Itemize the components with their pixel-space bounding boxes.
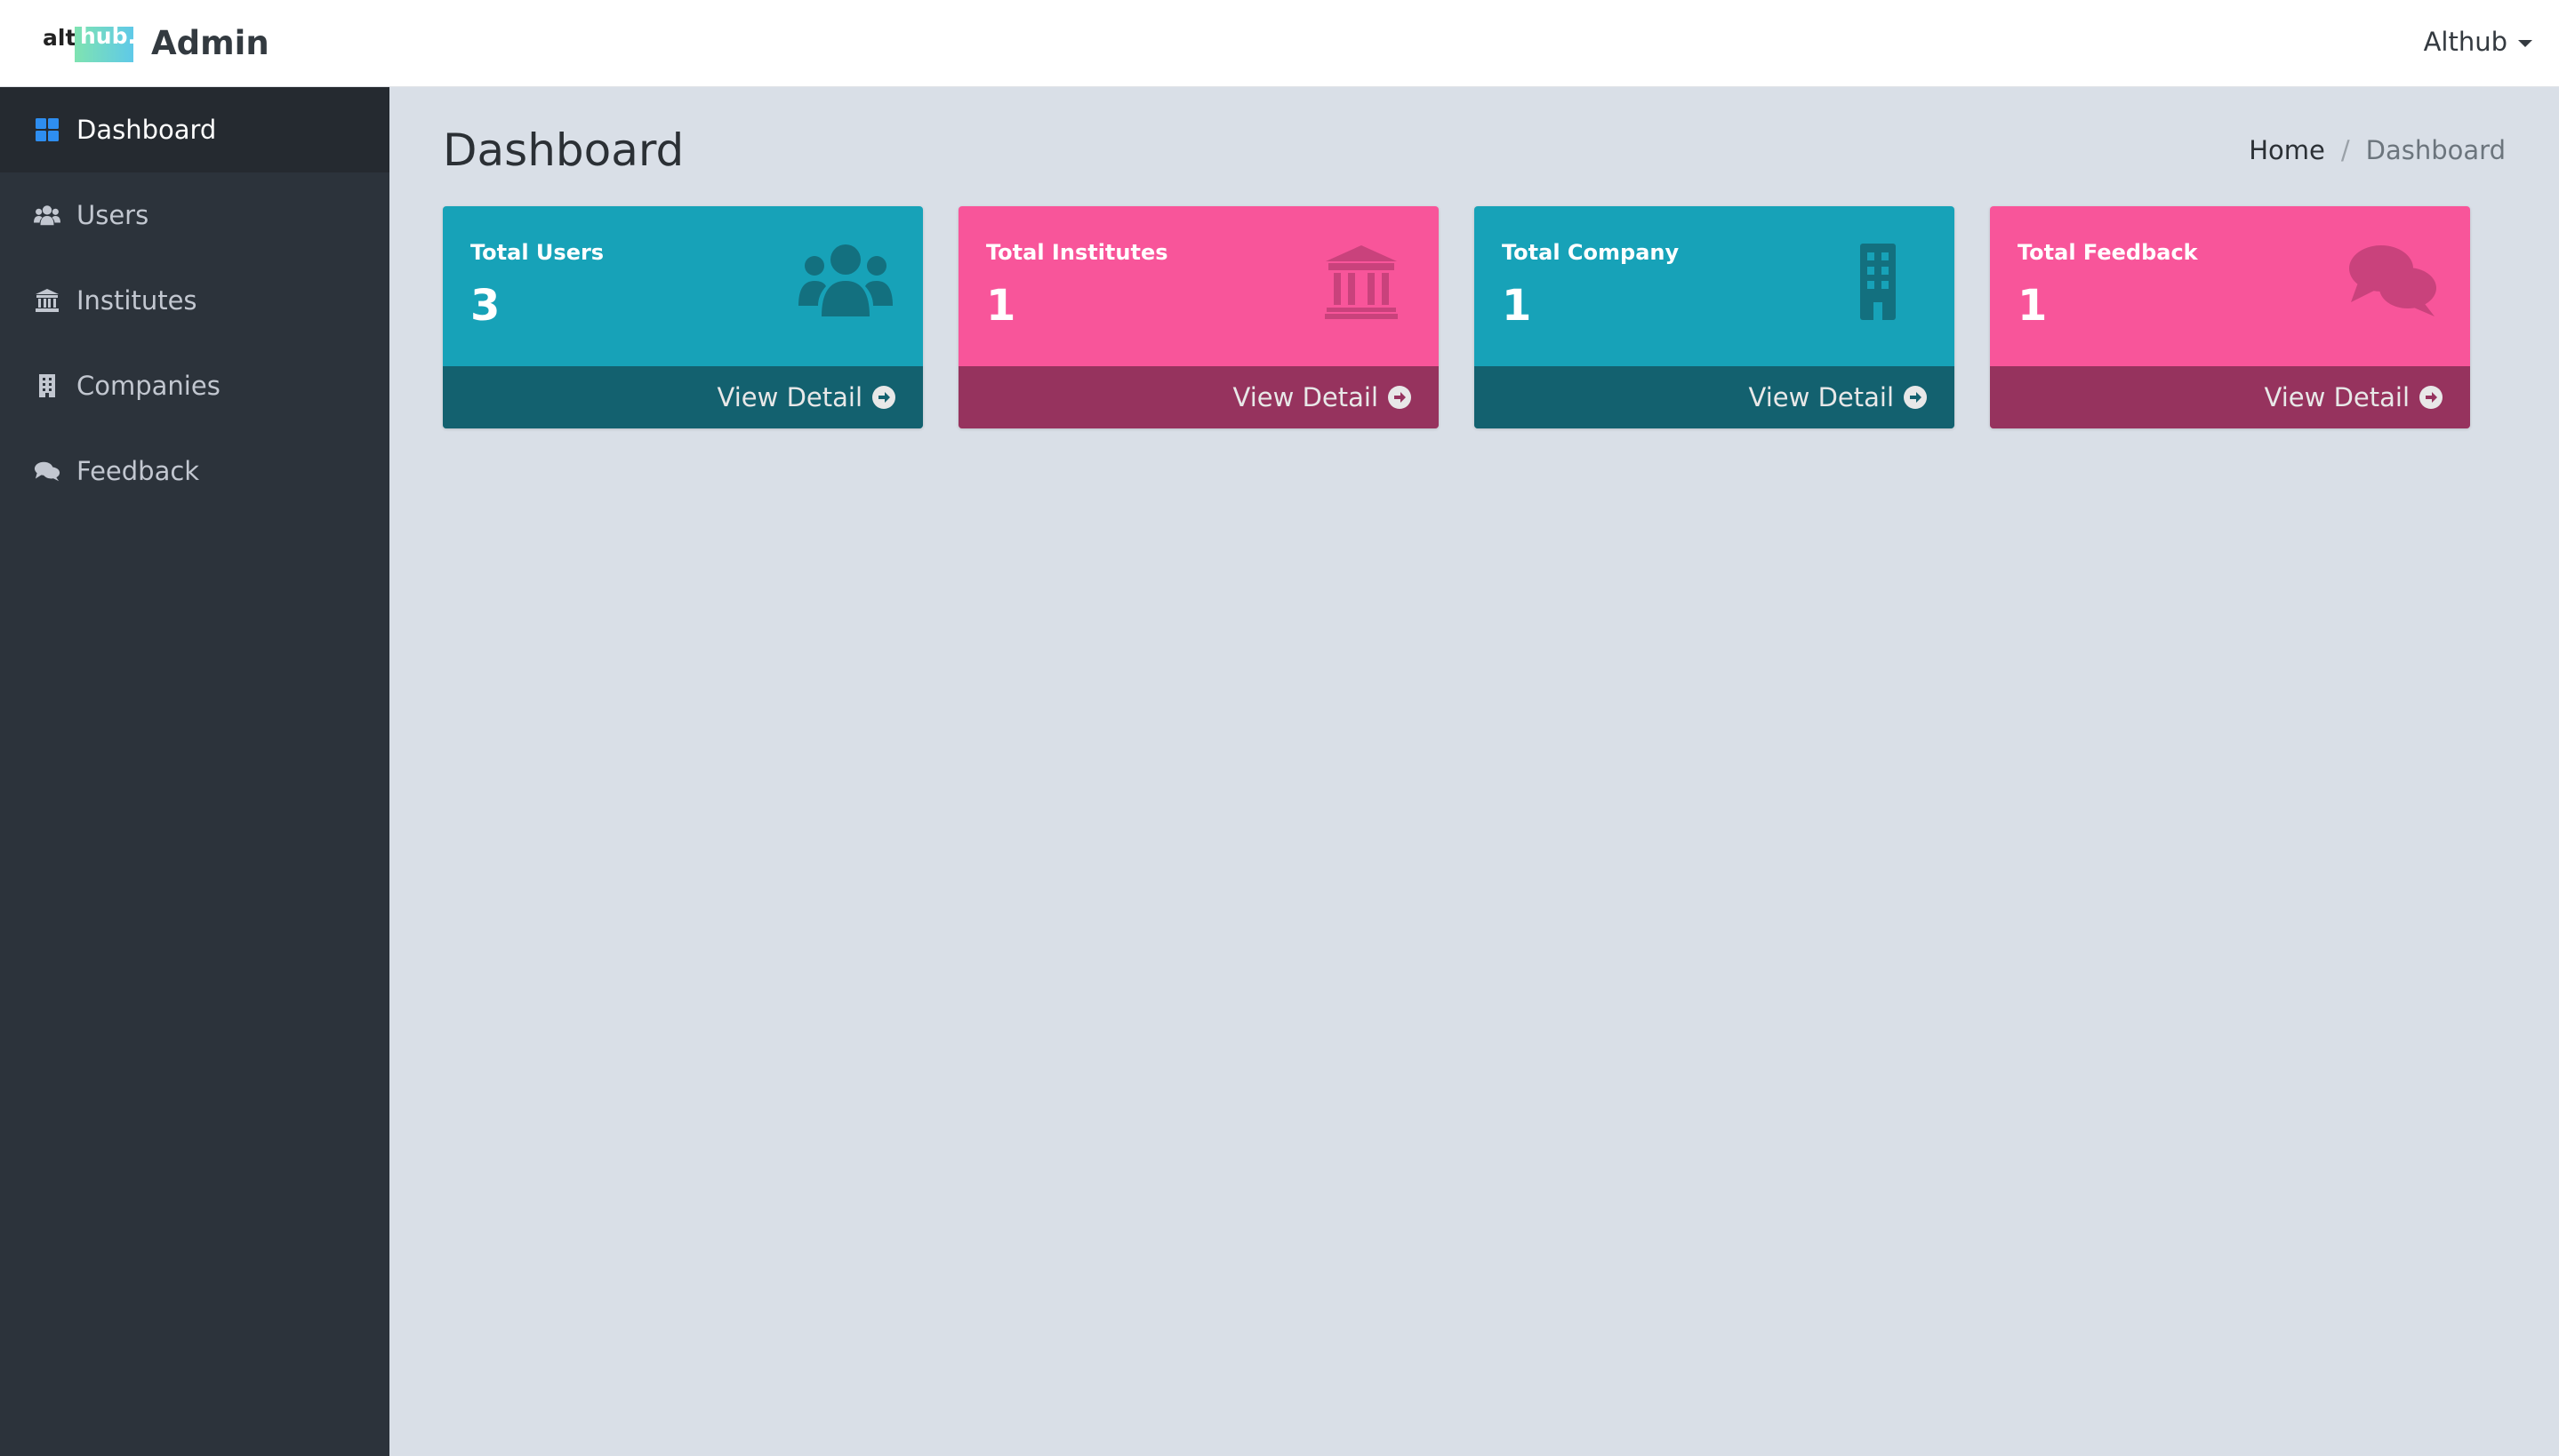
stat-card-company: Total Company 1 View Detail [1474,206,1954,428]
institute-icon [34,287,60,314]
view-detail-link[interactable]: View Detail [1990,366,2470,428]
sidebar-item-label: Users [76,200,149,230]
dashboard-icon [34,116,60,143]
stat-card-users: Total Users 3 View Detail [443,206,923,428]
view-detail-label: View Detail [2264,382,2410,412]
sidebar-item-institutes[interactable]: Institutes [0,258,389,343]
card-value: 3 [470,281,501,331]
institute-icon [1325,245,1398,319]
stat-cards: Total Users 3 View Detail Total Institut… [443,206,2470,428]
view-detail-label: View Detail [1748,382,1894,412]
card-value: 1 [2018,281,2048,331]
sidebar-item-users[interactable]: Users [0,172,389,258]
card-label: Total Feedback [2018,240,2198,265]
comments-icon [2349,245,2436,316]
sidebar-item-feedback[interactable]: Feedback [0,428,389,514]
card-body: Total Institutes 1 [959,206,1439,366]
users-icon [798,244,893,316]
sidebar-item-label: Institutes [76,285,197,316]
card-label: Total Institutes [986,240,1168,265]
breadcrumb: Home / Dashboard [2249,135,2506,165]
althub-logo: alt hub. [43,23,136,62]
card-body: Total Users 3 [443,206,923,366]
comments-icon [34,458,60,484]
building-icon [1860,244,1896,320]
sidebar-item-label: Companies [76,371,221,401]
user-name: Althub [2423,27,2507,57]
card-body: Total Feedback 1 [1990,206,2470,366]
arrow-circle-right-icon [872,386,895,409]
users-icon [34,202,60,228]
page-title: Dashboard [443,124,685,176]
stat-card-feedback: Total Feedback 1 View Detail [1990,206,2470,428]
arrow-circle-right-icon [1904,386,1927,409]
sidebar: Dashboard Users Institutes Companies Fee… [0,87,389,1456]
building-icon [34,372,60,399]
view-detail-link[interactable]: View Detail [959,366,1439,428]
card-value: 1 [1502,281,1532,331]
breadcrumb-home-link[interactable]: Home [2249,135,2325,165]
view-detail-link[interactable]: View Detail [1474,366,1954,428]
logo-hub-text: hub. [80,23,136,49]
view-detail-link[interactable]: View Detail [443,366,923,428]
breadcrumb-separator: / [2340,135,2350,165]
top-navbar: alt hub. Admin Althub [0,0,2559,87]
brand-title: Admin [151,23,269,62]
sidebar-item-label: Feedback [76,456,200,486]
brand[interactable]: alt hub. Admin [43,23,269,62]
user-menu-dropdown[interactable]: Althub [2424,27,2532,57]
view-detail-label: View Detail [1232,382,1378,412]
stat-card-institutes: Total Institutes 1 View Detail [959,206,1439,428]
card-body: Total Company 1 [1474,206,1954,366]
breadcrumb-current: Dashboard [2365,135,2506,165]
sidebar-item-companies[interactable]: Companies [0,343,389,428]
sidebar-item-label: Dashboard [76,115,217,145]
sidebar-item-dashboard[interactable]: Dashboard [0,87,389,172]
view-detail-label: View Detail [717,382,862,412]
logo-alt-text: alt [43,25,76,51]
arrow-circle-right-icon [2419,386,2443,409]
caret-down-icon [2518,40,2532,47]
arrow-circle-right-icon [1388,386,1411,409]
card-label: Total Company [1502,240,1680,265]
card-label: Total Users [470,240,605,265]
main-content: Dashboard Home / Dashboard Total Users 3 [389,87,2559,1456]
card-value: 1 [986,281,1016,331]
